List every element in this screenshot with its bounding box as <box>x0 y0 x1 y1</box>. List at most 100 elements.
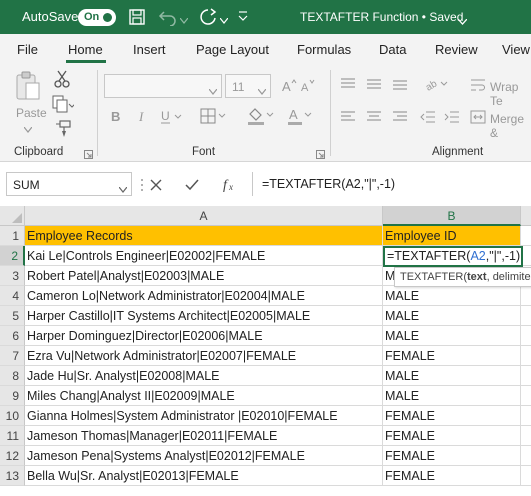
cell-b[interactable]: MALE <box>383 286 521 306</box>
paste-icon[interactable] <box>14 70 42 105</box>
cell-a[interactable]: Kai Le|Controls Engineer|E02002|FEMALE <box>25 246 383 266</box>
tab-home[interactable]: Home <box>68 42 103 57</box>
wrap-text-icon[interactable] <box>470 78 486 95</box>
paste-label[interactable]: Paste <box>16 106 47 120</box>
select-all-button[interactable] <box>0 206 25 226</box>
row-header[interactable]: 7 <box>0 346 25 366</box>
cell-a[interactable]: Cameron Lo|Network Administrator|E02004|… <box>25 286 383 306</box>
decrease-indent-icon[interactable] <box>420 110 436 127</box>
redo-icon[interactable] <box>198 8 218 29</box>
borders-icon[interactable] <box>200 108 228 127</box>
cell-c[interactable] <box>521 446 531 466</box>
italic-icon[interactable]: I <box>137 109 149 126</box>
cell-b[interactable]: FEMALE <box>383 466 521 486</box>
orientation-icon[interactable]: ab <box>424 74 450 95</box>
dialog-launcher-icon[interactable] <box>84 148 93 162</box>
merge-center-icon[interactable] <box>470 110 486 127</box>
chevron-down-icon[interactable] <box>118 182 128 196</box>
font-color-icon[interactable]: A <box>286 106 316 129</box>
cut-icon[interactable] <box>54 70 70 91</box>
cell-b[interactable]: FEMALE <box>383 446 521 466</box>
cell-a[interactable]: Harper Castillo|IT Systems Architect|E02… <box>25 306 383 326</box>
cell-c[interactable] <box>521 406 531 426</box>
tab-page-layout[interactable]: Page Layout <box>196 42 269 57</box>
autosave-toggle[interactable]: On <box>78 9 116 26</box>
cell-b[interactable]: MALE <box>383 366 521 386</box>
chevron-down-icon[interactable] <box>257 84 267 98</box>
increase-font-size-icon[interactable]: A <box>281 78 297 95</box>
cell-a[interactable]: Jameson Thomas|Manager|E02011|FEMALE <box>25 426 383 446</box>
cell-a[interactable]: Employee Records <box>25 226 383 246</box>
merge-label[interactable]: Merge & <box>490 112 531 140</box>
cell-b[interactable]: Employee ID <box>383 226 521 246</box>
redo-dropdown-icon[interactable] <box>219 13 229 27</box>
row-header[interactable]: 6 <box>0 326 25 346</box>
align-bottom-icon[interactable] <box>392 78 408 93</box>
cell-c[interactable] <box>521 346 531 366</box>
cell-a[interactable]: Gianna Holmes|System Administrator |E020… <box>25 406 383 426</box>
cell-c[interactable] <box>521 386 531 406</box>
row-header[interactable]: 13 <box>0 466 25 486</box>
underline-icon[interactable]: U <box>160 109 184 128</box>
document-title[interactable]: TEXTAFTER Function • Saved <box>300 10 463 24</box>
cell-a[interactable]: Harper Dominguez|Director|E02006|MALE <box>25 326 383 346</box>
tab-review[interactable]: Review <box>435 42 478 57</box>
active-cell-b2[interactable]: =TEXTAFTER(A2,"|",-1) <box>383 246 523 267</box>
row-header[interactable]: 12 <box>0 446 25 466</box>
row-header[interactable]: 5 <box>0 306 25 326</box>
cell-c[interactable] <box>521 366 531 386</box>
row-header[interactable]: 8 <box>0 366 25 386</box>
row-header[interactable]: 1 <box>0 226 25 246</box>
increase-indent-icon[interactable] <box>444 110 460 127</box>
cell-b[interactable]: FEMALE <box>383 346 521 366</box>
undo-dropdown-icon[interactable] <box>179 13 189 27</box>
cell-c[interactable] <box>521 426 531 446</box>
function-tooltip[interactable]: TEXTAFTER(text, delimite <box>394 267 531 287</box>
font-name-dropdown[interactable] <box>104 74 222 98</box>
tab-view[interactable]: View <box>502 42 530 57</box>
fill-color-icon[interactable] <box>246 106 276 129</box>
cell-b[interactable]: MALE <box>383 386 521 406</box>
column-header-b[interactable]: B <box>383 206 521 226</box>
cell-b[interactable]: FEMALE <box>383 426 521 446</box>
cell-a[interactable]: Jade Hu|Sr. Analyst|E02008|MALE <box>25 366 383 386</box>
row-header[interactable]: 2 <box>0 246 25 266</box>
bold-icon[interactable]: B <box>110 109 122 126</box>
cell-c[interactable] <box>521 226 531 246</box>
row-header[interactable]: 4 <box>0 286 25 306</box>
save-icon[interactable] <box>128 8 146 29</box>
cancel-icon[interactable] <box>150 179 162 194</box>
cell-c[interactable] <box>521 286 531 306</box>
formula-input[interactable]: =TEXTAFTER(A2,"|",-1) <box>252 172 531 196</box>
row-header[interactable]: 3 <box>0 266 25 286</box>
tab-formulas[interactable]: Formulas <box>297 42 351 57</box>
customize-toolbar-icon[interactable] <box>238 10 248 25</box>
align-center-icon[interactable] <box>366 111 382 126</box>
cell-a[interactable]: Jameson Pena|Systems Analyst|E02012|FEMA… <box>25 446 383 466</box>
name-box[interactable]: SUM <box>6 172 132 196</box>
cell-a[interactable]: Robert Patel|Analyst|E02003|MALE <box>25 266 383 286</box>
chevron-down-icon[interactable] <box>23 122 33 136</box>
cell-b[interactable]: MALE <box>383 306 521 326</box>
align-middle-icon[interactable] <box>366 78 382 93</box>
cell-a[interactable]: Bella Wu|Sr. Analyst|E02013|FEMALE <box>25 466 383 486</box>
row-header[interactable]: 11 <box>0 426 25 446</box>
align-right-icon[interactable] <box>392 111 408 126</box>
row-header[interactable]: 10 <box>0 406 25 426</box>
row-header[interactable]: 9 <box>0 386 25 406</box>
cell-c[interactable] <box>521 466 531 486</box>
tab-data[interactable]: Data <box>379 42 406 57</box>
align-left-icon[interactable] <box>340 111 356 126</box>
copy-icon[interactable] <box>52 95 76 116</box>
wrap-text-label[interactable]: Wrap Te <box>490 80 531 108</box>
format-painter-icon[interactable] <box>54 120 72 141</box>
column-header-c[interactable] <box>521 206 531 226</box>
cell-a[interactable]: Miles Chang|Analyst II|E02009|MALE <box>25 386 383 406</box>
cell-c[interactable] <box>521 306 531 326</box>
tab-file[interactable]: File <box>17 42 38 57</box>
insert-function-icon[interactable]: fx <box>222 176 238 195</box>
chevron-down-icon[interactable] <box>457 14 468 28</box>
cell-c[interactable] <box>521 326 531 346</box>
dialog-launcher-icon[interactable] <box>316 148 325 162</box>
align-top-icon[interactable] <box>340 78 356 93</box>
